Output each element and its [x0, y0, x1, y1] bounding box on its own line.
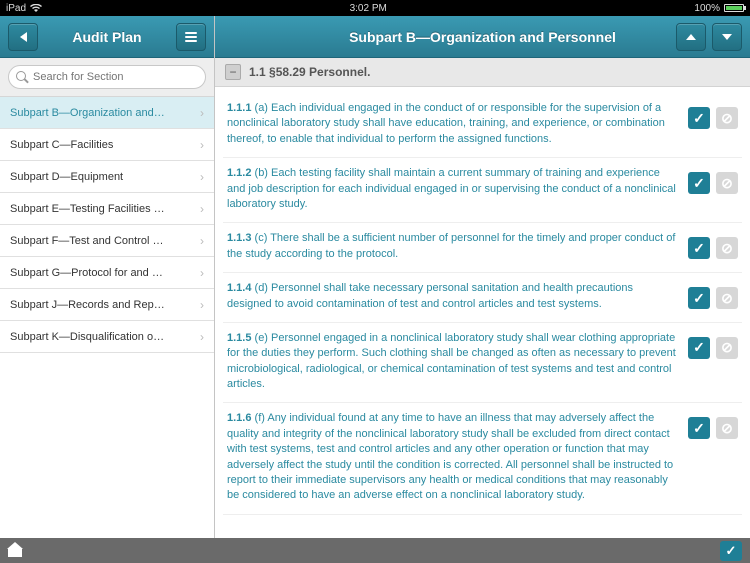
requirement-actions: [688, 101, 738, 129]
search-icon: [16, 71, 26, 81]
toc-button[interactable]: [176, 23, 206, 51]
check-button[interactable]: [688, 237, 710, 259]
arrow-left-icon: [20, 32, 27, 42]
sidebar-topbar: Audit Plan: [0, 16, 214, 58]
status-time: 3:02 PM: [42, 3, 694, 14]
status-bar: iPad 3:02 PM 100%: [0, 0, 750, 16]
requirement-text: 1.1.4 (d) Personnel shall take necessary…: [227, 281, 680, 312]
chevron-right-icon: ›: [200, 202, 204, 216]
requirement-row: 1.1.6 (f) Any individual found at any ti…: [223, 403, 742, 514]
sidebar-item-label: Subpart C—Facilities: [10, 139, 113, 151]
na-button[interactable]: [716, 237, 738, 259]
section-header: − 1.1 §58.29 Personnel.: [215, 58, 750, 87]
sidebar-item[interactable]: Subpart E—Testing Facilities … ›: [0, 193, 214, 225]
requirement-actions: [688, 331, 738, 359]
sidebar-item-label: Subpart G—Protocol for and …: [10, 267, 163, 279]
requirement-actions: [688, 166, 738, 194]
requirement-row: 1.1.1 (a) Each individual engaged in the…: [223, 93, 742, 158]
battery-icon: [724, 4, 744, 12]
chevron-right-icon: ›: [200, 234, 204, 248]
requirement-text: 1.1.1 (a) Each individual engaged in the…: [227, 101, 680, 147]
sidebar-item-label: Subpart K—Disqualification o…: [10, 331, 164, 343]
sidebar-item[interactable]: Subpart K—Disqualification o… ›: [0, 321, 214, 353]
chevron-right-icon: ›: [200, 170, 204, 184]
home-button[interactable]: [8, 545, 22, 557]
main-panel: Subpart B—Organization and Personnel − 1…: [215, 16, 750, 538]
na-button[interactable]: [716, 107, 738, 129]
requirement-row: 1.1.5 (e) Personnel engaged in a nonclin…: [223, 323, 742, 404]
requirement-row: 1.1.2 (b) Each testing facility shall ma…: [223, 158, 742, 223]
sidebar-item[interactable]: Subpart G—Protocol for and … ›: [0, 257, 214, 289]
requirement-text: 1.1.3 (c) There shall be a sufficient nu…: [227, 231, 680, 262]
requirement-row: 1.1.3 (c) There shall be a sufficient nu…: [223, 223, 742, 273]
requirement-text: 1.1.6 (f) Any individual found at any ti…: [227, 411, 680, 503]
section-list: Subpart B—Organization and…›Subpart C—Fa…: [0, 97, 214, 538]
sidebar-item-label: Subpart E—Testing Facilities …: [10, 203, 165, 215]
requirement-text: 1.1.5 (e) Personnel engaged in a nonclin…: [227, 331, 680, 393]
arrow-up-icon: [686, 34, 696, 40]
sidebar-item-label: Subpart D—Equipment: [10, 171, 123, 183]
item-list: 1.1.1 (a) Each individual engaged in the…: [215, 87, 750, 538]
menu-bars-icon: [185, 32, 197, 42]
sidebar-item-label: Subpart J—Records and Rep…: [10, 299, 165, 311]
back-button[interactable]: [8, 23, 38, 51]
sidebar-item[interactable]: Subpart C—Facilities ›: [0, 129, 214, 161]
prev-section-button[interactable]: [676, 23, 706, 51]
wifi-icon: [30, 4, 42, 13]
check-button[interactable]: [688, 107, 710, 129]
chevron-right-icon: ›: [200, 298, 204, 312]
chevron-right-icon: ›: [200, 138, 204, 152]
chevron-right-icon: ›: [200, 330, 204, 344]
na-button[interactable]: [716, 337, 738, 359]
requirement-actions: [688, 281, 738, 309]
arrow-down-icon: [722, 34, 732, 40]
na-button[interactable]: [716, 417, 738, 439]
collapse-toggle[interactable]: −: [225, 64, 241, 80]
check-button[interactable]: [688, 172, 710, 194]
check-button[interactable]: [688, 417, 710, 439]
sidebar-item-label: Subpart B—Organization and…: [10, 107, 165, 119]
sidebar: Audit Plan Subpart B—Organization and…›S…: [0, 16, 215, 538]
requirement-text: 1.1.2 (b) Each testing facility shall ma…: [227, 166, 680, 212]
search-input[interactable]: [8, 65, 206, 89]
main-topbar: Subpart B—Organization and Personnel: [215, 16, 750, 58]
na-button[interactable]: [716, 172, 738, 194]
chevron-right-icon: ›: [200, 106, 204, 120]
battery-percent: 100%: [694, 3, 720, 14]
check-button[interactable]: [688, 337, 710, 359]
sidebar-item-label: Subpart F—Test and Control …: [10, 235, 163, 247]
sidebar-item[interactable]: Subpart D—Equipment ›: [0, 161, 214, 193]
requirement-actions: [688, 411, 738, 439]
sidebar-item[interactable]: Subpart F—Test and Control … ›: [0, 225, 214, 257]
sidebar-item[interactable]: Subpart J—Records and Rep… ›: [0, 289, 214, 321]
chevron-right-icon: ›: [200, 266, 204, 280]
next-section-button[interactable]: [712, 23, 742, 51]
check-button[interactable]: [688, 287, 710, 309]
main-title: Subpart B—Organization and Personnel: [349, 29, 616, 45]
device-label: iPad: [6, 3, 26, 14]
footer: [0, 538, 750, 563]
sidebar-item[interactable]: Subpart B—Organization and… ›: [0, 97, 214, 129]
section-title: 1.1 §58.29 Personnel.: [249, 65, 370, 79]
requirement-actions: [688, 231, 738, 259]
sidebar-title: Audit Plan: [38, 29, 176, 45]
search-wrap: [0, 58, 214, 97]
complete-button[interactable]: [720, 541, 742, 561]
requirement-row: 1.1.4 (d) Personnel shall take necessary…: [223, 273, 742, 323]
na-button[interactable]: [716, 287, 738, 309]
